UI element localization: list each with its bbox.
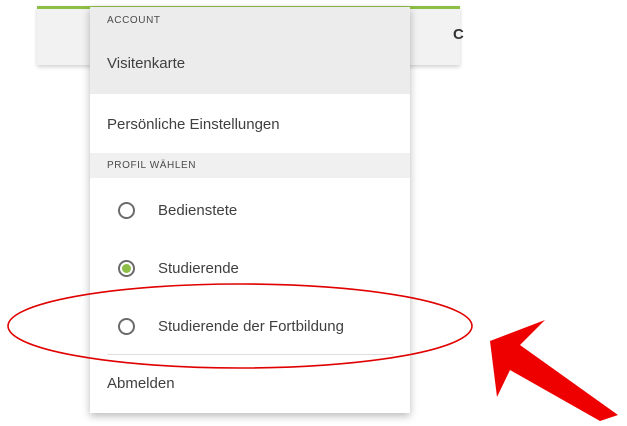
menu-item-visitenkarte[interactable]: Visitenkarte — [90, 34, 410, 94]
radio-unselected-icon[interactable] — [118, 317, 135, 335]
menu-item-personal-settings[interactable]: Persönliche Einstellungen — [90, 94, 410, 153]
radio-unselected-icon[interactable] — [118, 201, 135, 219]
profile-section-header: PROFIL WÄHLEN — [90, 153, 410, 178]
profile-option-label: Bedienstete — [158, 201, 238, 219]
header-text-fragment: C — [453, 26, 464, 43]
profile-option-bedienstete[interactable]: Bedienstete — [90, 181, 410, 239]
profile-option-studierende[interactable]: Studierende — [90, 239, 410, 297]
profile-option-label: Studierende der Fortbildung — [158, 317, 344, 335]
account-section-header: ACCOUNT — [90, 7, 410, 34]
radio-selected-dot — [122, 263, 131, 273]
profile-option-studierende-fortbildung[interactable]: Studierende der Fortbildung — [90, 297, 410, 355]
radio-selected-icon[interactable] — [118, 259, 135, 277]
account-dropdown-menu: ACCOUNT Visitenkarte Persönliche Einstel… — [90, 7, 410, 413]
menu-item-logout[interactable]: Abmelden — [90, 355, 410, 413]
red-arrow-icon — [490, 320, 618, 421]
profile-option-label: Studierende — [158, 259, 239, 277]
